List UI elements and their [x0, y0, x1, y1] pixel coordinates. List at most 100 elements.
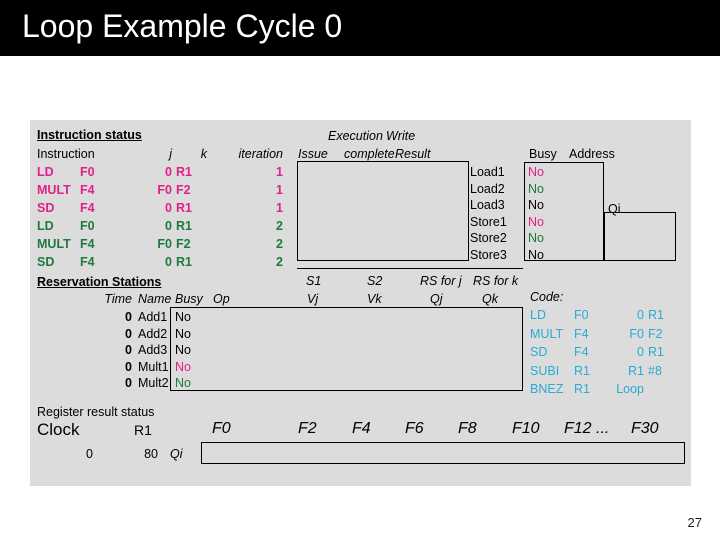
header-complete: complete	[344, 147, 395, 161]
reservation-stations-label: Reservation Stations	[37, 275, 162, 289]
instruction-dest: F4	[80, 183, 95, 197]
instruction-dest: F0	[80, 165, 95, 179]
instruction-k: F2	[176, 183, 191, 197]
slide-page-number: 27	[687, 515, 702, 530]
code-operand-a: R1	[574, 382, 590, 396]
load-store-name: Store1	[470, 214, 507, 229]
instruction-iteration: 1	[276, 201, 283, 215]
register-result-box[interactable]	[201, 442, 685, 464]
code-operand-c: #8	[648, 363, 662, 378]
code-operand-b: R1	[628, 363, 644, 378]
header-write: Write	[386, 129, 416, 143]
code-operand-c: R1	[648, 308, 664, 322]
code-operand-a: R1	[574, 363, 590, 378]
rs-time: 0	[125, 376, 132, 390]
instruction-j: 0	[165, 165, 172, 179]
header-name: Name	[138, 292, 172, 306]
register-header-f30: F30	[631, 420, 659, 437]
tomasulo-diagram-panel: Instruction status Instruction j k itera…	[30, 120, 691, 486]
instruction-status-label: Instruction status	[37, 128, 142, 142]
header-rs-for-k: RS for k	[473, 274, 519, 288]
r1-label: R1	[134, 422, 152, 438]
instruction-status-result-box[interactable]	[297, 161, 469, 261]
header-op: Op	[213, 292, 230, 306]
register-header-f4: F4	[352, 420, 371, 437]
load-store-name: Store3	[470, 247, 507, 262]
instruction-dest: F4	[80, 255, 95, 269]
header-time: Time	[104, 292, 132, 306]
instruction-j: 0	[165, 255, 172, 269]
instruction-iteration: 2	[276, 237, 283, 251]
clock-label: Clock	[37, 420, 80, 439]
rs-time: 0	[125, 343, 132, 357]
header-vj: Vj	[307, 292, 319, 306]
rs-time: 0	[125, 326, 132, 341]
register-header-f8: F8	[458, 420, 477, 437]
header-result: Result	[395, 147, 431, 161]
code-operand-b: F0	[629, 326, 644, 341]
instruction-op: SD	[37, 255, 55, 269]
header-address-ls: Address	[569, 147, 615, 161]
header-iteration: iteration	[238, 147, 283, 161]
code-operand-a: F4	[574, 326, 589, 341]
code-operand-b: Loop	[616, 382, 644, 396]
code-op: SUBI	[530, 363, 560, 378]
register-header-f0: F0	[212, 420, 231, 437]
load-store-busy-box[interactable]	[524, 162, 604, 261]
instruction-k: R1	[176, 165, 192, 179]
code-operand-a: F4	[574, 345, 589, 359]
code-op: BNEZ	[530, 382, 564, 396]
code-operand-b: 0	[637, 308, 644, 322]
register-header-f12: F12 ...	[564, 420, 610, 437]
instruction-k: R1	[176, 201, 192, 215]
header-k: k	[200, 147, 207, 161]
clock-value: 0	[86, 447, 93, 461]
header-s1: S1	[306, 274, 322, 288]
page-title: Loop Example Cycle 0	[22, 8, 343, 44]
rs-top-rule	[297, 268, 523, 269]
rs-name: Add2	[138, 326, 168, 341]
load-store-name: Load3	[470, 198, 505, 212]
instruction-k: R1	[176, 255, 192, 269]
instruction-op: LD	[37, 165, 54, 179]
code-operand-c: F2	[648, 326, 663, 341]
qi-label-registers: Qi	[170, 447, 183, 461]
header-vk: Vk	[367, 292, 382, 306]
instruction-iteration: 1	[276, 183, 283, 197]
instruction-op: SD	[37, 201, 55, 215]
header-issue: Issue	[298, 147, 328, 161]
header-qj: Qj	[430, 292, 443, 306]
code-op: MULT	[530, 326, 564, 341]
instruction-iteration: 1	[276, 165, 283, 179]
instruction-dest: F4	[80, 237, 95, 251]
rs-name: Add1	[138, 310, 168, 324]
code-op: SD	[530, 345, 548, 359]
instruction-iteration: 2	[276, 219, 283, 233]
instruction-op: MULT	[37, 237, 71, 251]
rs-time: 0	[125, 359, 132, 374]
instruction-j: 0	[165, 219, 172, 233]
store-address-box[interactable]	[604, 212, 676, 261]
header-busy-rs: Busy	[175, 292, 203, 306]
slide-title-bar: Loop Example Cycle 0	[0, 0, 720, 56]
load-store-name: Store2	[470, 231, 507, 245]
register-result-status-label: Register result status	[37, 405, 155, 419]
load-store-name: Load1	[470, 165, 505, 179]
header-qk: Qk	[482, 292, 498, 306]
header-j: j	[169, 147, 172, 161]
instruction-k: R1	[176, 219, 192, 233]
header-rs-for-j: RS for j	[420, 274, 462, 288]
code-op: LD	[530, 308, 546, 322]
header-busy-ls: Busy	[529, 147, 557, 161]
r1-value: 80	[144, 447, 158, 461]
instruction-dest: F0	[80, 219, 95, 233]
register-header-f2: F2	[298, 420, 317, 437]
header-instruction: Instruction	[37, 147, 95, 161]
instruction-dest: F4	[80, 201, 95, 215]
rs-time: 0	[125, 310, 132, 324]
instruction-k: F2	[176, 237, 191, 251]
rs-name: Mult1	[138, 359, 169, 374]
reservation-stations-box[interactable]	[170, 307, 523, 391]
instruction-op: MULT	[37, 183, 71, 197]
code-label: Code:	[530, 290, 564, 304]
